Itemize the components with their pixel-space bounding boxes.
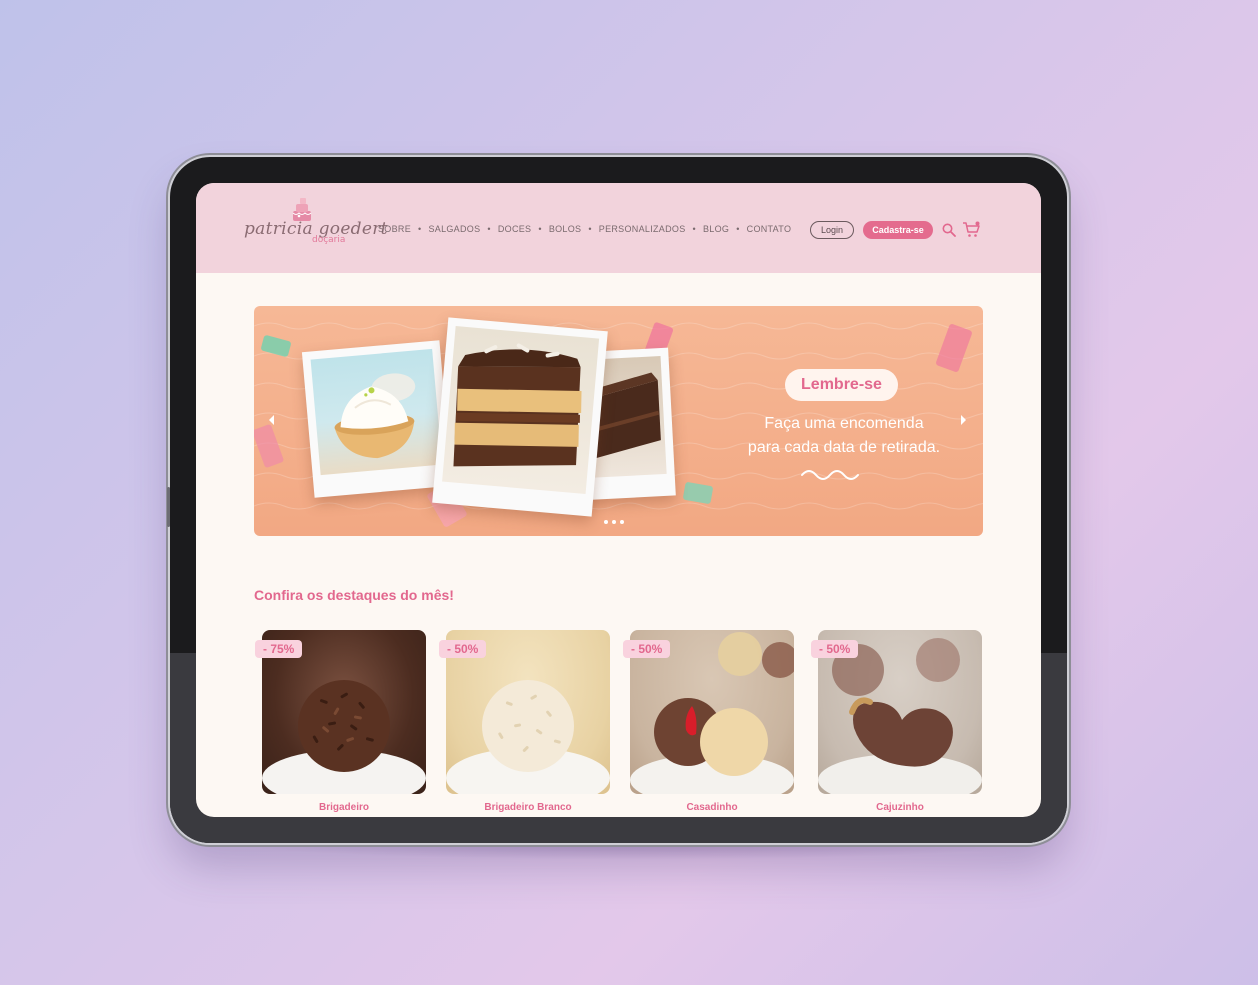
search-icon[interactable] bbox=[942, 223, 956, 237]
signup-button[interactable]: Cadastra-se bbox=[863, 221, 933, 239]
product-name[interactable]: Brigadeiro bbox=[262, 802, 426, 813]
cart-icon[interactable] bbox=[962, 221, 980, 238]
chevron-right-icon[interactable] bbox=[959, 414, 967, 426]
product-name[interactable]: Casadinho bbox=[630, 802, 794, 813]
nav-item-bolos[interactable]: BOLOS bbox=[549, 224, 582, 234]
squiggle-decoration bbox=[801, 470, 859, 480]
tart-photo bbox=[310, 348, 443, 476]
product-name[interactable]: Brigadeiro Branco bbox=[446, 802, 610, 813]
carousel-dot[interactable] bbox=[620, 520, 624, 524]
discount-badge: - 50% bbox=[439, 640, 487, 658]
header-scallop-edge bbox=[196, 259, 1041, 269]
nav-item-sobre[interactable]: SOBRE bbox=[378, 224, 411, 234]
product-card-brigadeiro-branco[interactable]: - 50% Brigadeiro Branco bbox=[439, 630, 610, 815]
product-card-cajuzinho[interactable]: - 50% Cajuzinho bbox=[811, 630, 982, 815]
polaroid-layer-cake bbox=[432, 317, 608, 517]
nav-item-salgados[interactable]: SALGADOS bbox=[428, 224, 480, 234]
highlights-title: Confira os destaques do mês! bbox=[254, 587, 454, 603]
nav-item-blog[interactable]: BLOG bbox=[703, 224, 729, 234]
nav-separator: • bbox=[487, 224, 491, 234]
banner-line-2: para cada data de retirada. bbox=[747, 439, 941, 456]
polaroid-tart bbox=[301, 340, 453, 498]
nav-separator: • bbox=[418, 224, 422, 234]
product-card-casadinho[interactable]: - 50% Casadinho bbox=[623, 630, 794, 815]
nav-separator: • bbox=[538, 224, 542, 234]
carousel-dots bbox=[604, 520, 624, 524]
discount-badge: - 50% bbox=[623, 640, 671, 658]
website-screen: patricia goedert doçaria SOBRE • SALGADO… bbox=[196, 183, 1041, 817]
banner-line-1: Faça uma encomenda bbox=[764, 415, 924, 432]
side-button bbox=[167, 487, 170, 527]
login-button[interactable]: Login bbox=[810, 221, 854, 239]
nav-separator: • bbox=[692, 224, 696, 234]
product-name[interactable]: Cajuzinho bbox=[818, 802, 982, 813]
layer-cake-photo bbox=[442, 326, 600, 495]
chevron-left-icon[interactable] bbox=[268, 414, 276, 426]
remember-pill: Lembre-se bbox=[785, 369, 898, 401]
discount-badge: - 50% bbox=[811, 640, 859, 658]
hero-banner: Lembre-se Faça uma encomenda para cada d… bbox=[254, 306, 983, 536]
carousel-dot[interactable] bbox=[604, 520, 608, 524]
product-card-brigadeiro[interactable]: - 75% Brigadeiro bbox=[255, 630, 426, 815]
carousel-dot[interactable] bbox=[612, 520, 616, 524]
tablet-device: patricia goedert doçaria SOBRE • SALGADO… bbox=[167, 157, 1067, 843]
nav-separator: • bbox=[588, 224, 592, 234]
banner-message: Faça uma encomenda para cada data de ret… bbox=[729, 412, 959, 460]
discount-badge: - 75% bbox=[255, 640, 303, 658]
brand-subtitle: doçaria bbox=[312, 235, 346, 245]
brand-logo[interactable]: patricia goedert doçaria bbox=[244, 197, 387, 253]
layer-cake-illustration bbox=[453, 343, 582, 467]
tart-illustration bbox=[334, 373, 416, 459]
nav-separator: • bbox=[736, 224, 740, 234]
nav-item-contato[interactable]: CONTATO bbox=[747, 224, 792, 234]
main-nav: SOBRE • SALGADOS • DOCES • BOLOS • PERSO… bbox=[378, 224, 791, 234]
nav-item-doces[interactable]: DOCES bbox=[498, 224, 532, 234]
nav-item-personalizados[interactable]: PERSONALIZADOS bbox=[599, 224, 686, 234]
